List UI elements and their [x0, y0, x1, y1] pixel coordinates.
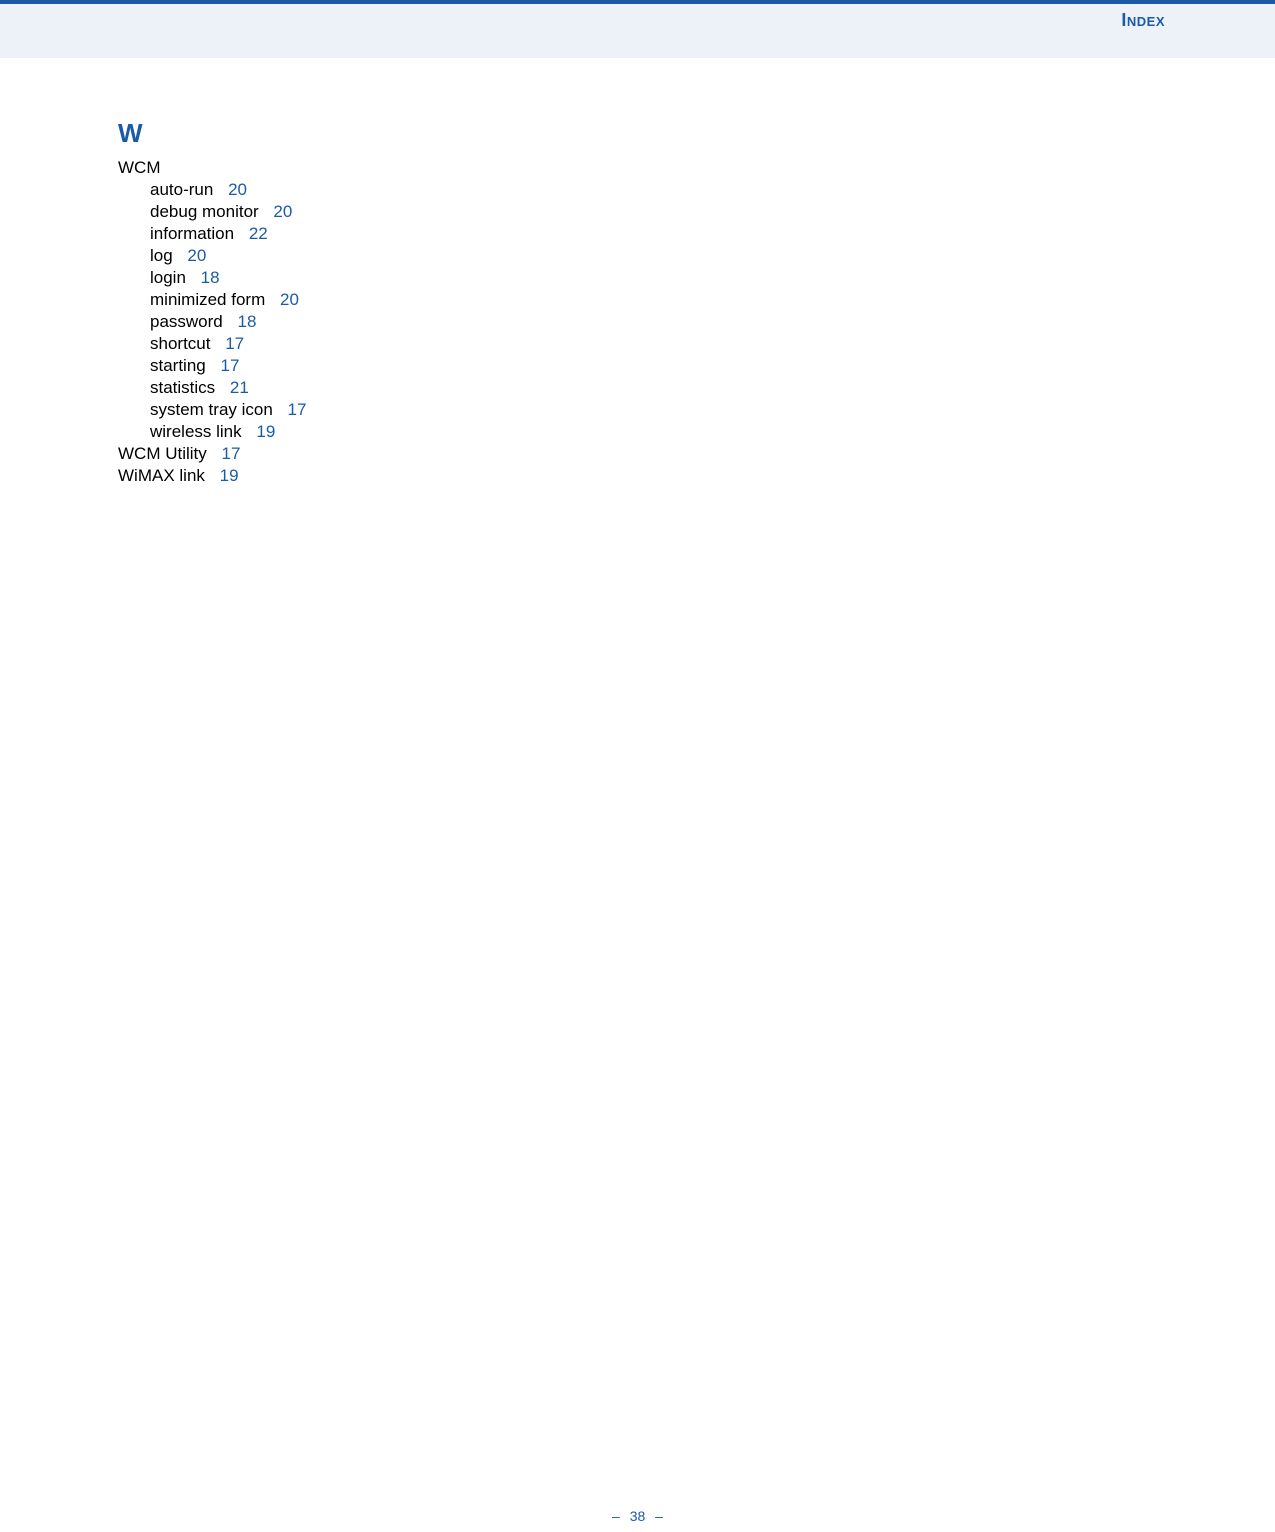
index-sub-term: minimized form: [150, 290, 265, 309]
footer-page-number: 38: [630, 1508, 646, 1524]
page-reference-link[interactable]: 21: [230, 378, 249, 397]
index-sub-entry: auto-run 20: [150, 179, 1275, 201]
index-sub-term: information: [150, 224, 234, 243]
index-sub-entry: shortcut 17: [150, 333, 1275, 355]
index-entry: WiMAX link 19: [118, 465, 1275, 487]
page-reference-link[interactable]: 19: [256, 422, 275, 441]
index-sub-term: system tray icon: [150, 400, 273, 419]
index-sub-term: log: [150, 246, 173, 265]
page-footer: – 38 –: [0, 1508, 1275, 1524]
page-reference-link[interactable]: 19: [220, 466, 239, 485]
header-title: Index: [1121, 10, 1165, 31]
index-sub-term: starting: [150, 356, 206, 375]
index-content: W WCM auto-run 20 debug monitor 20 infor…: [0, 58, 1275, 487]
page-reference-link[interactable]: 18: [238, 312, 257, 331]
page-reference-link[interactable]: 17: [225, 334, 244, 353]
index-sub-term: debug monitor: [150, 202, 259, 221]
footer-dash-right: –: [655, 1508, 663, 1524]
index-sub-term: auto-run: [150, 180, 213, 199]
index-term: WCM Utility: [118, 444, 207, 463]
index-entry: WCM Utility 17: [118, 443, 1275, 465]
index-entry: WCM: [118, 157, 1275, 179]
index-sub-entries: auto-run 20 debug monitor 20 information…: [118, 179, 1275, 443]
page-reference-link[interactable]: 20: [187, 246, 206, 265]
page-reference-link[interactable]: 17: [220, 356, 239, 375]
footer-dash-left: –: [612, 1508, 620, 1524]
index-sub-entry: starting 17: [150, 355, 1275, 377]
index-letter-heading: W: [118, 118, 1275, 149]
index-sub-entry: statistics 21: [150, 377, 1275, 399]
page-reference-link[interactable]: 22: [249, 224, 268, 243]
index-term: WiMAX link: [118, 466, 205, 485]
page-reference-link[interactable]: 18: [201, 268, 220, 287]
page-reference-link[interactable]: 20: [273, 202, 292, 221]
page-reference-link[interactable]: 17: [288, 400, 307, 419]
index-sub-entry: system tray icon 17: [150, 399, 1275, 421]
index-sub-entry: minimized form 20: [150, 289, 1275, 311]
index-term: WCM: [118, 158, 160, 177]
index-sub-entry: debug monitor 20: [150, 201, 1275, 223]
index-sub-entry: wireless link 19: [150, 421, 1275, 443]
page-reference-link[interactable]: 20: [280, 290, 299, 309]
index-sub-entry: information 22: [150, 223, 1275, 245]
index-sub-entry: log 20: [150, 245, 1275, 267]
index-sub-entry: password 18: [150, 311, 1275, 333]
page-reference-link[interactable]: 17: [222, 444, 241, 463]
index-sub-term: wireless link: [150, 422, 242, 441]
index-sub-term: login: [150, 268, 186, 287]
index-sub-term: password: [150, 312, 223, 331]
index-sub-term: shortcut: [150, 334, 210, 353]
header-band: Index: [0, 4, 1275, 58]
index-sub-entry: login 18: [150, 267, 1275, 289]
page-reference-link[interactable]: 20: [228, 180, 247, 199]
index-sub-term: statistics: [150, 378, 215, 397]
